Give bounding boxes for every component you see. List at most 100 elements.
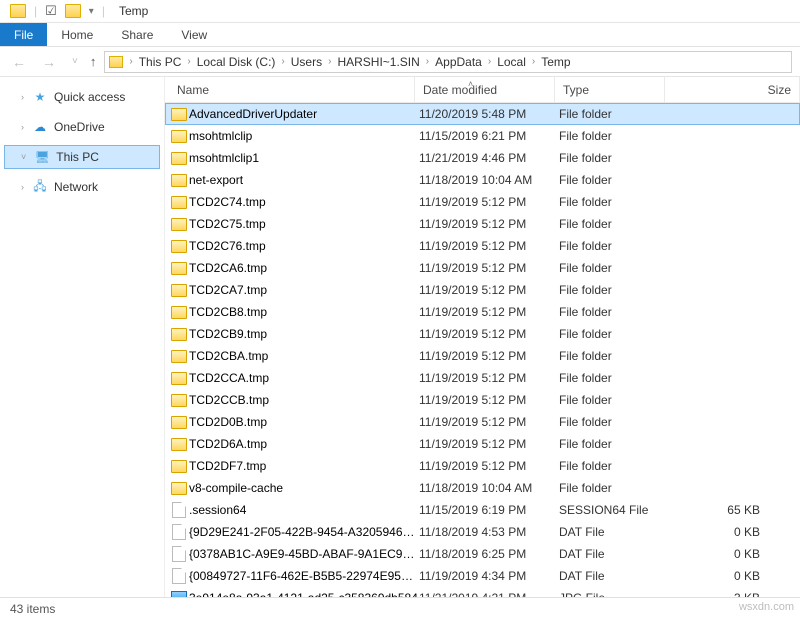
table-row[interactable]: TCD2CA7.tmp11/19/2019 5:12 PMFile folder	[165, 279, 800, 301]
forward-icon[interactable]: →	[38, 52, 60, 72]
file-tab[interactable]: File	[0, 23, 47, 46]
file-type: File folder	[559, 261, 669, 275]
chevron-right-icon[interactable]: ›	[277, 56, 288, 67]
header-date[interactable]: Date modified	[415, 77, 555, 102]
tab-view[interactable]: View	[167, 23, 221, 46]
folder-icon	[171, 438, 187, 451]
sidebar-item-quick-access[interactable]: ›★Quick access	[4, 85, 160, 109]
table-row[interactable]: TCD2C75.tmp11/19/2019 5:12 PMFile folder	[165, 213, 800, 235]
table-row[interactable]: TCD2D6A.tmp11/19/2019 5:12 PMFile folder	[165, 433, 800, 455]
table-row[interactable]: TCD2DF7.tmp11/19/2019 5:12 PMFile folder	[165, 455, 800, 477]
chevron-right-icon[interactable]: ›	[484, 56, 495, 67]
file-name: TCD2CA7.tmp	[189, 283, 419, 297]
file-icon	[172, 524, 186, 540]
crumb-this-pc[interactable]: This PC	[139, 55, 182, 69]
file-size: 0 KB	[669, 569, 800, 583]
file-name: TCD2C74.tmp	[189, 195, 419, 209]
table-row[interactable]: TCD2CA6.tmp11/19/2019 5:12 PMFile folder	[165, 257, 800, 279]
tab-share[interactable]: Share	[107, 23, 167, 46]
file-date: 11/19/2019 5:12 PM	[419, 305, 559, 319]
breadcrumb-folder-icon	[109, 56, 123, 68]
table-row[interactable]: TCD2CCB.tmp11/19/2019 5:12 PMFile folder	[165, 389, 800, 411]
folder-icon	[171, 240, 187, 253]
table-row[interactable]: TCD2CB9.tmp11/19/2019 5:12 PMFile folder	[165, 323, 800, 345]
breadcrumb[interactable]: › This PC › Local Disk (C:) › Users › HA…	[104, 51, 792, 73]
tab-home[interactable]: Home	[47, 23, 107, 46]
recent-dropdown-icon[interactable]: ˅	[68, 54, 82, 69]
sidebar-item-onedrive[interactable]: ›☁OneDrive	[4, 115, 160, 139]
properties-icon[interactable]: ☑	[45, 3, 57, 19]
file-type: File folder	[559, 393, 669, 407]
table-row[interactable]: v8-compile-cache11/18/2019 10:04 AMFile …	[165, 477, 800, 499]
file-date: 11/18/2019 4:53 PM	[419, 525, 559, 539]
qat-divider: |	[34, 4, 37, 18]
crumb-users[interactable]: Users	[291, 55, 322, 69]
file-type: File folder	[559, 195, 669, 209]
open-folder-icon[interactable]	[65, 4, 81, 18]
file-icon	[172, 568, 186, 584]
table-row[interactable]: {0378AB1C-A9E9-45BD-ABAF-9A1EC9AF...11/1…	[165, 543, 800, 565]
file-type: SESSION64 File	[559, 503, 669, 517]
crumb-local-disk[interactable]: Local Disk (C:)	[197, 55, 276, 69]
chevron-right-icon: ˅	[21, 152, 26, 162]
crumb-temp[interactable]: Temp	[541, 55, 570, 69]
table-row[interactable]: TCD2CBA.tmp11/19/2019 5:12 PMFile folder	[165, 345, 800, 367]
crumb-user[interactable]: HARSHI~1.SIN	[337, 55, 419, 69]
table-row[interactable]: TCD2D0B.tmp11/19/2019 5:12 PMFile folder	[165, 411, 800, 433]
folder-icon	[171, 350, 187, 363]
monitor-icon: 🖥	[34, 149, 50, 165]
file-name: TCD2C76.tmp	[189, 239, 419, 253]
chevron-right-icon[interactable]: ›	[422, 56, 433, 67]
table-row[interactable]: TCD2CB8.tmp11/19/2019 5:12 PMFile folder	[165, 301, 800, 323]
table-row[interactable]: msohtmlclip11/15/2019 6:21 PMFile folder	[165, 125, 800, 147]
file-size: 0 KB	[669, 547, 800, 561]
file-name: TCD2CA6.tmp	[189, 261, 419, 275]
file-type: File folder	[559, 107, 669, 121]
table-row[interactable]: {9D29E241-2F05-422B-9454-A3205946F22...1…	[165, 521, 800, 543]
table-row[interactable]: AdvancedDriverUpdater11/20/2019 5:48 PMF…	[165, 103, 800, 125]
table-row[interactable]: TCD2C76.tmp11/19/2019 5:12 PMFile folder	[165, 235, 800, 257]
folder-icon	[171, 284, 187, 297]
sidebar-item-network[interactable]: ›🖧Network	[4, 175, 160, 199]
qat-dropdown-icon[interactable]: ▾	[89, 6, 94, 17]
file-size: 65 KB	[669, 503, 800, 517]
window-title: Temp	[119, 4, 148, 18]
up-icon[interactable]: ↑	[90, 54, 97, 69]
file-name: TCD2CBA.tmp	[189, 349, 419, 363]
folder-icon	[171, 130, 187, 143]
file-type: File folder	[559, 239, 669, 253]
file-date: 11/18/2019 10:04 AM	[419, 173, 559, 187]
back-icon[interactable]: ←	[8, 52, 30, 72]
chevron-right-icon[interactable]: ›	[125, 56, 136, 67]
table-row[interactable]: net-export11/18/2019 10:04 AMFile folder	[165, 169, 800, 191]
ribbon: File Home Share View	[0, 23, 800, 47]
table-row[interactable]: .session6411/15/2019 6:19 PMSESSION64 Fi…	[165, 499, 800, 521]
folder-icon	[171, 174, 187, 187]
table-row[interactable]: 3e914e8a-93a1-4121-ad25-c358369db58411/2…	[165, 587, 800, 597]
watermark: wsxdn.com	[739, 601, 794, 613]
file-name: TCD2C75.tmp	[189, 217, 419, 231]
file-type: DAT File	[559, 547, 669, 561]
table-row[interactable]: TCD2CCA.tmp11/19/2019 5:12 PMFile folder	[165, 367, 800, 389]
header-type[interactable]: Type	[555, 77, 665, 102]
table-row[interactable]: {00849727-11F6-462E-B5B5-22974E9542E...1…	[165, 565, 800, 587]
file-name: msohtmlclip	[189, 129, 419, 143]
chevron-right-icon: ›	[21, 182, 24, 192]
table-row[interactable]: TCD2C74.tmp11/19/2019 5:12 PMFile folder	[165, 191, 800, 213]
crumb-local[interactable]: Local	[497, 55, 526, 69]
item-count: 43 items	[10, 602, 55, 616]
file-date: 11/19/2019 5:12 PM	[419, 437, 559, 451]
table-row[interactable]: msohtmlclip111/21/2019 4:46 PMFile folde…	[165, 147, 800, 169]
chevron-right-icon[interactable]: ›	[183, 56, 194, 67]
chevron-right-icon[interactable]: ›	[324, 56, 335, 67]
sidebar-item-label: Quick access	[54, 90, 125, 104]
header-size[interactable]: Size	[665, 77, 800, 102]
sidebar-item-label: OneDrive	[54, 120, 105, 134]
crumb-appdata[interactable]: AppData	[435, 55, 482, 69]
header-name[interactable]: Name	[165, 77, 415, 102]
folder-icon	[171, 108, 187, 121]
chevron-right-icon[interactable]: ›	[528, 56, 539, 67]
folder-icon	[171, 372, 187, 385]
file-date: 11/19/2019 5:12 PM	[419, 327, 559, 341]
sidebar-item-this-pc[interactable]: ˅🖥This PC	[4, 145, 160, 169]
